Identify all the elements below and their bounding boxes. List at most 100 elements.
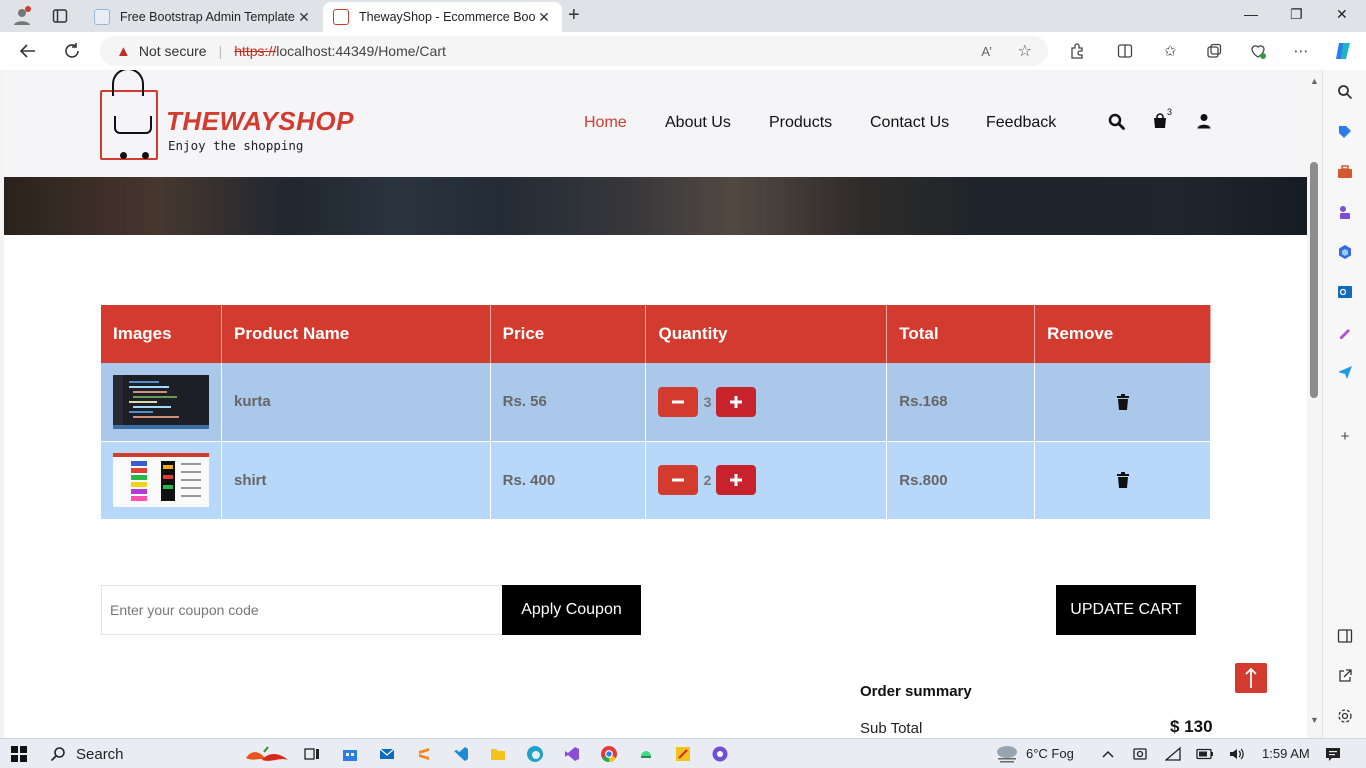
nav-home[interactable]: Home bbox=[584, 114, 627, 132]
taskbar-search-label[interactable]: Search bbox=[76, 746, 124, 763]
browser-toolbar: ▲ Not secure | https:// localhost:44349/… bbox=[0, 32, 1366, 70]
more-options-icon[interactable]: ⋯ bbox=[1291, 41, 1311, 61]
sublime-icon[interactable] bbox=[414, 744, 434, 764]
chevron-up-icon[interactable] bbox=[1098, 744, 1118, 764]
split-screen-icon[interactable] bbox=[1115, 41, 1135, 61]
sidebar-add-icon[interactable]: + bbox=[1335, 426, 1355, 446]
increase-quantity-button[interactable] bbox=[716, 465, 757, 496]
apply-coupon-button[interactable]: Apply Coupon bbox=[502, 585, 641, 635]
sidebar-outlook-icon[interactable] bbox=[1335, 282, 1355, 302]
quantity-cell: 2 bbox=[645, 441, 888, 519]
github-desktop-icon[interactable] bbox=[710, 744, 730, 764]
sidebar-send-icon[interactable] bbox=[1335, 362, 1355, 382]
task-view-icon[interactable] bbox=[302, 744, 322, 764]
favorites-icon[interactable]: ✩ bbox=[1160, 41, 1180, 61]
sidebar-open-external-icon[interactable] bbox=[1335, 666, 1355, 686]
decrease-quantity-button[interactable] bbox=[658, 386, 699, 417]
android-studio-icon[interactable] bbox=[636, 744, 656, 764]
chrome-icon[interactable] bbox=[599, 744, 619, 764]
product-image-cell bbox=[101, 441, 222, 519]
sidebar-tools-icon[interactable] bbox=[1335, 162, 1355, 182]
weather-text[interactable]: 6°C Fog bbox=[1026, 746, 1074, 761]
quantity-value: 2 bbox=[703, 472, 712, 489]
minus-icon bbox=[672, 400, 685, 404]
product-thumbnail-shirt[interactable] bbox=[113, 453, 209, 508]
close-icon[interactable]: ✕ bbox=[536, 9, 552, 26]
sidebar-search-icon[interactable] bbox=[1335, 82, 1355, 102]
product-name[interactable]: kurta bbox=[221, 363, 491, 442]
tab-title: ThewayShop - Ecommerce Boots bbox=[359, 10, 536, 24]
nav-feedback[interactable]: Feedback bbox=[986, 114, 1056, 132]
site-header: THEWAYSHOP Enjoy the shopping Home About… bbox=[4, 70, 1307, 177]
tab-thewayshop[interactable]: ThewayShop - Ecommerce Boots ✕ bbox=[323, 2, 562, 32]
extensions-icon[interactable] bbox=[1067, 41, 1087, 61]
sidebar-games-icon[interactable] bbox=[1335, 202, 1355, 222]
table-row: shirt Rs. 400 2 Rs.800 bbox=[101, 441, 1211, 519]
wifi-icon[interactable] bbox=[1163, 744, 1183, 764]
mail-icon[interactable] bbox=[377, 744, 397, 764]
scrollbar-thumb[interactable] bbox=[1310, 162, 1318, 398]
plus-icon bbox=[730, 395, 743, 408]
header-product-name: Product Name bbox=[221, 305, 491, 363]
scroll-up-arrow-icon[interactable]: ▲ bbox=[1310, 76, 1319, 86]
search-icon[interactable] bbox=[1106, 111, 1126, 131]
back-button[interactable] bbox=[17, 40, 39, 62]
page-banner-image bbox=[4, 177, 1307, 235]
volume-icon[interactable] bbox=[1226, 744, 1246, 764]
quantity-cell: 3 bbox=[645, 363, 888, 442]
read-aloud-icon[interactable]: A’ bbox=[981, 44, 992, 59]
new-tab-button[interactable]: + bbox=[568, 4, 580, 27]
shop-favicon-icon bbox=[333, 9, 349, 25]
close-window-button[interactable]: ✕ bbox=[1336, 6, 1348, 23]
nav-products[interactable]: Products bbox=[769, 114, 832, 132]
vscode-icon[interactable] bbox=[451, 744, 471, 764]
scroll-down-arrow-icon[interactable]: ▼ bbox=[1310, 715, 1319, 725]
page-scrollbar[interactable]: ▲ ▼ bbox=[1307, 70, 1322, 738]
nav-contact-us[interactable]: Contact Us bbox=[870, 114, 949, 132]
increase-quantity-button[interactable] bbox=[716, 386, 757, 417]
favorite-star-icon[interactable]: ☆ bbox=[1018, 41, 1032, 61]
update-cart-button[interactable]: UPDATE CART bbox=[1056, 585, 1196, 635]
store-icon[interactable] bbox=[340, 744, 360, 764]
clock-time[interactable]: 1:59 AM bbox=[1262, 746, 1310, 761]
site-logo[interactable]: THEWAYSHOP Enjoy the shopping bbox=[100, 70, 353, 166]
address-bar[interactable]: ▲ Not secure | https:// localhost:44349/… bbox=[100, 36, 1048, 66]
minus-icon bbox=[672, 478, 685, 482]
sidebar-settings-icon[interactable] bbox=[1335, 706, 1355, 726]
restore-button[interactable]: ❐ bbox=[1290, 6, 1303, 23]
profile-icon[interactable] bbox=[12, 6, 32, 26]
sidebar-designer-icon[interactable] bbox=[1335, 322, 1355, 342]
taskbar-search-icon[interactable] bbox=[48, 744, 68, 764]
camera-icon[interactable] bbox=[1130, 744, 1150, 764]
notifications-icon[interactable] bbox=[1323, 744, 1343, 764]
coupon-code-input[interactable] bbox=[101, 585, 503, 635]
windows-start-icon[interactable] bbox=[9, 744, 29, 764]
sidebar-microsoft365-icon[interactable] bbox=[1335, 242, 1355, 262]
refresh-button[interactable] bbox=[61, 40, 83, 62]
user-icon[interactable] bbox=[1194, 111, 1214, 131]
cart-count-badge: 3 bbox=[1167, 107, 1173, 117]
collections-icon[interactable] bbox=[1204, 41, 1224, 61]
remove-item-button[interactable] bbox=[1047, 472, 1198, 489]
tab-actions-icon[interactable] bbox=[50, 6, 70, 26]
tab-admin-template[interactable]: Free Bootstrap Admin Template : ✕ bbox=[84, 2, 322, 32]
performance-icon[interactable] bbox=[1248, 41, 1268, 61]
copilot-icon[interactable] bbox=[1333, 41, 1353, 61]
file-explorer-icon[interactable] bbox=[488, 744, 508, 764]
close-icon[interactable]: ✕ bbox=[296, 9, 312, 26]
nav-about-us[interactable]: About Us bbox=[665, 114, 731, 132]
battery-icon[interactable] bbox=[1195, 744, 1215, 764]
product-thumbnail-kurta[interactable] bbox=[113, 374, 209, 429]
edge-icon[interactable] bbox=[525, 744, 545, 764]
app-icon[interactable] bbox=[673, 744, 693, 764]
scroll-to-top-button[interactable] bbox=[1235, 663, 1267, 693]
sidebar-panel-icon[interactable] bbox=[1335, 626, 1355, 646]
decrease-quantity-button[interactable] bbox=[658, 465, 699, 496]
header-images: Images bbox=[101, 305, 222, 363]
visual-studio-icon[interactable] bbox=[562, 744, 582, 764]
product-name[interactable]: shirt bbox=[221, 441, 491, 519]
quantity-stepper: 3 bbox=[658, 386, 874, 417]
minimize-button[interactable]: — bbox=[1244, 6, 1258, 22]
remove-item-button[interactable] bbox=[1047, 393, 1198, 410]
sidebar-shopping-icon[interactable] bbox=[1335, 122, 1355, 142]
